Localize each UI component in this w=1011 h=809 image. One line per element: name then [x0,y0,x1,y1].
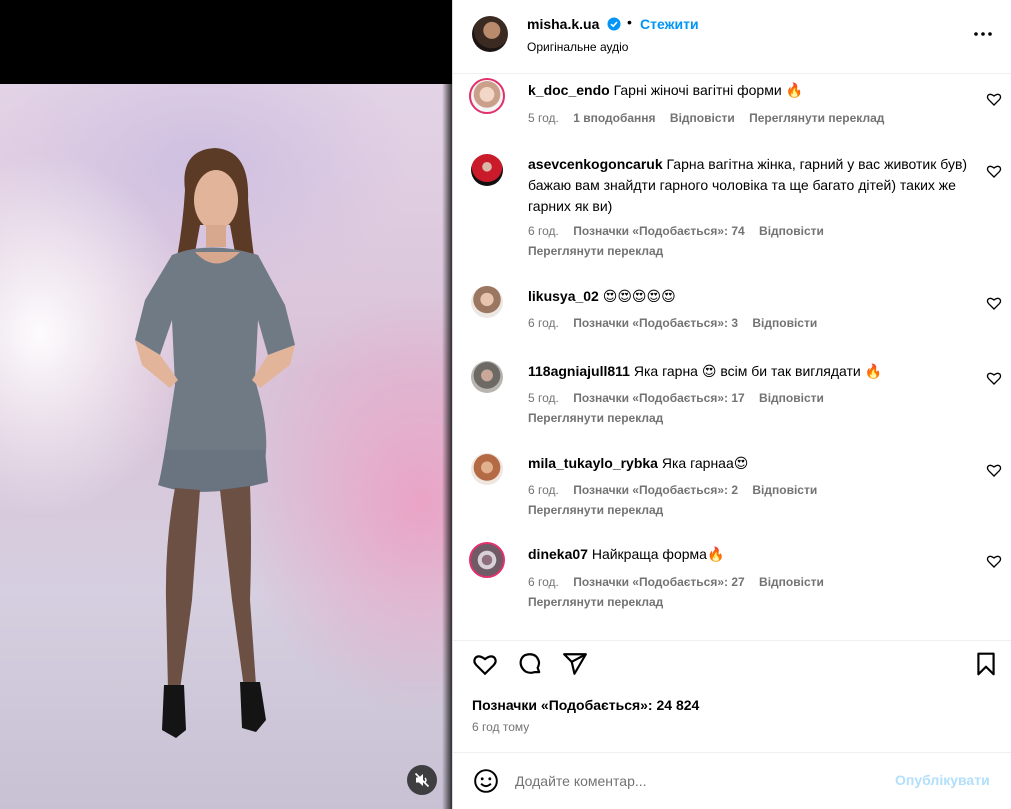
post-viewer: misha.k.ua • Стежити Оригінальне аудіо k… [0,0,1011,809]
comment-time[interactable]: 5 год. [528,111,559,125]
share-icon[interactable] [562,651,588,677]
comment-likes[interactable]: Позначки «Подобається»: 17 [573,391,744,405]
see-translation-link[interactable]: Переглянути переклад [528,411,663,425]
comment-meta: 5 год. Позначки «Подобається»: 17 Відпов… [528,391,835,405]
comment-input[interactable] [515,770,875,792]
woman-in-grey-dress-image [135,148,295,738]
comment-composer: Опублікувати [453,752,1011,809]
comment-time[interactable]: 5 год. [528,391,559,405]
comment-time[interactable]: 6 год. [528,224,559,238]
emoji-icon[interactable] [473,768,499,794]
comment-username[interactable]: 118agniajull811 [528,363,630,379]
comment-heart-icon[interactable] [986,163,1002,179]
comment-username[interactable]: likusya_02 [528,288,599,304]
commenter-avatar[interactable] [471,286,503,318]
reply-button[interactable]: Відповісти [759,575,824,589]
commenter-avatar[interactable] [471,154,503,186]
photo-edge-shadow [442,84,452,809]
follow-button[interactable]: Стежити [640,16,699,32]
comment-username[interactable]: mila_tukaylo_rybka [528,455,658,471]
comment-meta: 6 год. Позначки «Подобається»: 74 Відпов… [528,224,835,238]
post-header: misha.k.ua • Стежити Оригінальне аудіо [453,0,1011,74]
comment-heart-icon[interactable] [986,370,1002,386]
comment-meta: 6 год. Позначки «Подобається»: 27 Відпов… [528,575,835,589]
heart-icon[interactable] [472,651,498,677]
comment-time[interactable]: 6 год. [528,575,559,589]
comment-likes[interactable]: Позначки «Подобається»: 74 [573,224,744,238]
header-separator: • [627,14,632,30]
comment-text: likusya_02 😍😍😍😍😍 [528,286,968,307]
see-translation-link[interactable]: Переглянути переклад [528,503,663,517]
bookmark-icon[interactable] [973,651,999,677]
commenter-avatar[interactable] [471,361,503,393]
comments-list[interactable]: k_doc_endo Гарні жіночі вагітні форми 🔥 … [453,74,1011,640]
post-timestamp[interactable]: 6 год тому [472,720,529,734]
commenter-avatar[interactable] [469,542,505,578]
comment-likes[interactable]: Позначки «Подобається»: 3 [573,316,738,330]
comment-username[interactable]: asevcenkogoncaruk [528,156,663,172]
comment-message: 😍😍😍😍😍 [602,288,676,304]
comment-meta: 6 год. Позначки «Подобається»: 2 Відпові… [528,483,828,497]
comment-heart-icon[interactable] [986,553,1002,569]
comment-message: Гарні жіночі вагітні форми 🔥 [613,82,803,98]
comment-text: k_doc_endo Гарні жіночі вагітні форми 🔥 [528,80,968,101]
comment-heart-icon[interactable] [986,91,1002,107]
comment-text: asevcenkogoncaruk Гарна вагітна жінка, г… [528,154,968,217]
author-username[interactable]: misha.k.ua [527,16,599,32]
comment-likes[interactable]: Позначки «Подобається»: 2 [573,483,738,497]
comment-text: 118agniajull811 Яка гарна 😍 всім би так … [528,361,968,382]
comment-message: Яка гарнаа😍 [661,455,749,471]
author-avatar[interactable] [472,16,508,52]
comment-heart-icon[interactable] [986,462,1002,478]
post-side-panel: misha.k.ua • Стежити Оригінальне аудіо k… [452,0,1011,809]
comment-text: mila_tukaylo_rybka Яка гарнаа😍 [528,453,968,474]
comment-time[interactable]: 6 год. [528,483,559,497]
verified-badge-icon [607,17,621,31]
comment-message: Найкраща форма🔥 [591,546,725,562]
likes-count[interactable]: Позначки «Подобається»: 24 824 [472,697,699,713]
commenter-avatar[interactable] [471,453,503,485]
original-audio-link[interactable]: Оригінальне аудіо [527,40,628,54]
comment-message: Яка гарна 😍 всім би так виглядати 🔥 [633,363,883,379]
comment-text: dineka07 Найкраща форма🔥 [528,544,968,565]
comment-likes[interactable]: Позначки «Подобається»: 27 [573,575,744,589]
mute-button[interactable] [407,765,437,795]
post-actions [453,640,1011,690]
see-translation-link[interactable]: Переглянути переклад [528,244,663,258]
post-media[interactable] [0,0,452,809]
see-translation-link[interactable]: Переглянути переклад [749,111,884,125]
comment-time[interactable]: 6 год. [528,316,559,330]
comment-likes[interactable]: 1 вподобання [573,111,655,125]
more-options-icon[interactable] [971,22,995,46]
comment-heart-icon[interactable] [986,295,1002,311]
comment-icon[interactable] [517,651,543,677]
publish-button[interactable]: Опублікувати [895,772,990,788]
reply-button[interactable]: Відповісти [670,111,735,125]
comment-username[interactable]: k_doc_endo [528,82,610,98]
reply-button[interactable]: Відповісти [752,316,817,330]
muted-speaker-icon [414,772,430,788]
comment-username[interactable]: dineka07 [528,546,588,562]
comment-meta: 5 год. 1 вподобання Відповісти Перегляну… [528,111,895,125]
commenter-avatar[interactable] [469,78,505,114]
reply-button[interactable]: Відповісти [759,224,824,238]
reply-button[interactable]: Відповісти [752,483,817,497]
reply-button[interactable]: Відповісти [759,391,824,405]
see-translation-link[interactable]: Переглянути переклад [528,595,663,609]
comment-meta: 6 год. Позначки «Подобається»: 3 Відпові… [528,316,828,330]
